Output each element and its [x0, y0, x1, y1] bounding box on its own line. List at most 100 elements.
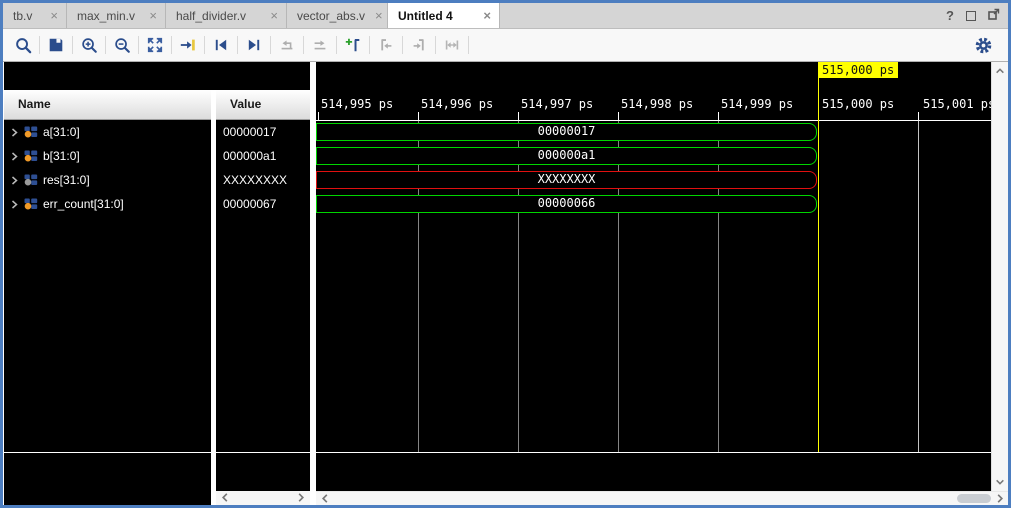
bus-signal-icon	[24, 174, 38, 186]
signal-row-a[interactable]: a[31:0]	[4, 120, 211, 144]
signal-row-res[interactable]: res[31:0]	[4, 168, 211, 192]
tab-max-min-v[interactable]: max_min.v ×	[67, 3, 166, 28]
time-axis-label: 514,997 ps	[521, 97, 593, 111]
toolbar-separator	[171, 36, 172, 54]
value-column-header: Value	[216, 90, 310, 120]
scroll-up-icon[interactable]	[995, 66, 1005, 76]
name-panel-end-line	[4, 452, 211, 453]
signal-value-panel: Value 00000017 000000a1 XXXXXXXX 0000006…	[216, 90, 310, 505]
axis-tick	[618, 112, 619, 120]
time-cursor-line[interactable]	[818, 78, 819, 452]
waveform-canvas[interactable]: 514,995 ps 514,996 ps 514,997 ps 514,998…	[316, 62, 991, 491]
float-window-icon[interactable]	[988, 7, 1000, 25]
signal-value: XXXXXXXX	[216, 168, 310, 192]
time-axis-label: 515,000 ps	[822, 97, 894, 111]
time-axis-label: 514,998 ps	[621, 97, 693, 111]
tab-close-icon[interactable]: ×	[40, 8, 58, 23]
wave-viewer-window: tb.v × max_min.v × half_divider.v × vect…	[0, 0, 1011, 508]
bus-signal-icon	[24, 198, 38, 210]
wave-bus-err-count: 00000066	[316, 195, 817, 213]
time-cursor-label[interactable]: 515,000 ps	[818, 62, 898, 78]
waveform-vscrollbar[interactable]	[991, 62, 1008, 491]
zoom-in-icon[interactable]	[76, 33, 102, 57]
tab-label: Untitled 4	[398, 9, 453, 23]
toolbar-separator	[237, 36, 238, 54]
next-marker-icon[interactable]	[406, 33, 432, 57]
signal-panel-top-strip	[4, 62, 310, 90]
tab-close-icon[interactable]: ×	[365, 8, 383, 23]
axis-tick	[418, 112, 419, 120]
expand-chevron-icon[interactable]	[10, 128, 19, 137]
scroll-down-icon[interactable]	[995, 477, 1005, 487]
swap-cursor-icon[interactable]	[274, 33, 300, 57]
waveform-hscrollbar[interactable]	[316, 491, 1008, 505]
toolbar-separator	[402, 36, 403, 54]
scroll-right-icon[interactable]	[995, 493, 1005, 504]
time-axis-label: 514,995 ps	[321, 97, 393, 111]
expand-chevron-icon[interactable]	[10, 152, 19, 161]
zoom-to-cursor-icon[interactable]	[175, 33, 201, 57]
go-to-last-transition-icon[interactable]	[307, 33, 333, 57]
expand-chevron-icon[interactable]	[10, 176, 19, 185]
wave-window-content: Name a[31:0] b[31:0] res[31:0] err_count…	[3, 62, 1008, 505]
tab-close-icon[interactable]: ×	[260, 8, 278, 23]
help-icon[interactable]: ?	[946, 8, 954, 23]
hscroll-thumb[interactable]	[957, 494, 991, 503]
save-icon[interactable]	[43, 33, 69, 57]
tab-tb-v[interactable]: tb.v ×	[3, 3, 67, 28]
previous-transition-icon[interactable]	[208, 33, 234, 57]
next-transition-icon[interactable]	[241, 33, 267, 57]
tab-close-icon[interactable]: ×	[139, 8, 157, 23]
bus-signal-icon	[24, 150, 38, 162]
wave-bus-a: 00000017	[316, 123, 817, 141]
toolbar-separator	[204, 36, 205, 54]
toolbar-separator	[435, 36, 436, 54]
axis-tick	[918, 112, 919, 120]
wave-toolbar	[3, 29, 1008, 62]
tab-untitled-4[interactable]: Untitled 4 ×	[388, 3, 500, 28]
tab-vector-abs-v[interactable]: vector_abs.v ×	[287, 3, 388, 28]
previous-marker-icon[interactable]	[373, 33, 399, 57]
tab-label: vector_abs.v	[297, 9, 365, 23]
name-column-header: Name	[4, 90, 211, 120]
value-panel-end-line	[216, 452, 310, 453]
scroll-left-icon[interactable]	[220, 492, 230, 503]
value-panel-hscrollbar[interactable]	[216, 491, 310, 505]
toolbar-separator	[270, 36, 271, 54]
signal-value: 000000a1	[216, 144, 310, 168]
tab-half-divider-v[interactable]: half_divider.v ×	[166, 3, 287, 28]
swap-markers-icon[interactable]	[439, 33, 465, 57]
maximize-icon[interactable]	[966, 11, 976, 21]
toolbar-separator	[39, 36, 40, 54]
toolbar-separator	[138, 36, 139, 54]
toolbar-separator	[336, 36, 337, 54]
signal-row-err-count[interactable]: err_count[31:0]	[4, 192, 211, 216]
add-marker-icon[interactable]	[340, 33, 366, 57]
zoom-fit-icon[interactable]	[142, 33, 168, 57]
search-icon[interactable]	[10, 33, 36, 57]
signal-name-panel: Name a[31:0] b[31:0] res[31:0] err_count…	[4, 90, 211, 505]
scroll-right-icon[interactable]	[296, 492, 306, 503]
toolbar-separator	[468, 36, 469, 54]
signal-name: b[31:0]	[43, 149, 80, 163]
time-gridline	[918, 121, 919, 452]
signal-row-b[interactable]: b[31:0]	[4, 144, 211, 168]
toolbar-separator	[303, 36, 304, 54]
toolbar-separator	[105, 36, 106, 54]
signal-name: a[31:0]	[43, 125, 80, 139]
axis-tick	[518, 112, 519, 120]
axis-tick	[318, 112, 319, 120]
scroll-left-icon[interactable]	[320, 493, 330, 504]
expand-chevron-icon[interactable]	[10, 200, 19, 209]
tab-label: half_divider.v	[176, 9, 246, 23]
time-axis-label: 514,999 ps	[721, 97, 793, 111]
tab-label: max_min.v	[77, 9, 135, 23]
signal-value: 00000067	[216, 192, 310, 216]
zoom-out-icon[interactable]	[109, 33, 135, 57]
wave-bus-b: 000000a1	[316, 147, 817, 165]
tab-close-icon[interactable]: ×	[473, 8, 491, 23]
tab-label: tb.v	[13, 9, 32, 23]
settings-gear-icon[interactable]	[970, 33, 996, 57]
toolbar-separator	[369, 36, 370, 54]
time-axis-label: 514,996 ps	[421, 97, 493, 111]
